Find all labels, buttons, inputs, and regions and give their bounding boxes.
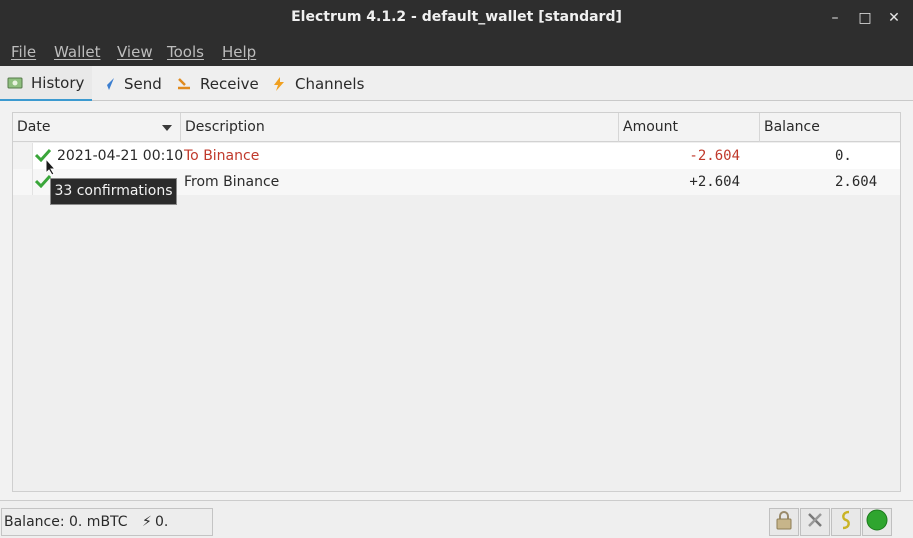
title-bar: Electrum 4.1.2 - default_wallet [standar…: [0, 0, 913, 36]
status-bar: Balance: 0. mBTC ⚡ 0. mBTC: [0, 500, 913, 538]
row-amount: -2.604: [689, 148, 740, 164]
network-status-icon: [866, 509, 888, 535]
menu-view[interactable]: View: [117, 43, 153, 61]
tools-icon: [806, 511, 824, 533]
mouse-cursor-icon: [45, 157, 57, 180]
tab-send-label: Send: [124, 74, 162, 93]
window-title: Electrum 4.1.2 - default_wallet [standar…: [291, 9, 622, 25]
minimize-button[interactable]: –: [825, 8, 845, 28]
balance-label: Balance: 0. mBTC: [4, 514, 128, 530]
network-button[interactable]: [862, 508, 892, 536]
seed-icon: [839, 510, 853, 534]
maximize-button[interactable]: □: [855, 8, 875, 28]
send-icon: [100, 76, 116, 92]
row-description: From Binance: [184, 174, 280, 190]
menu-tools[interactable]: Tools: [167, 43, 204, 61]
table-row[interactable]: 2021-04-21 00:10 To Binance -2.604 0.: [13, 143, 900, 169]
row-amount: +2.604: [689, 174, 740, 190]
close-button[interactable]: ✕: [884, 8, 904, 28]
row-description: To Binance: [184, 148, 260, 164]
history-icon: [7, 75, 23, 91]
row-balance: 0.: [835, 148, 852, 164]
column-header-description[interactable]: Description: [181, 113, 619, 142]
balance-display: Balance: 0. mBTC ⚡ 0. mBTC: [1, 508, 213, 536]
column-header-date[interactable]: Date: [13, 113, 181, 142]
tab-history[interactable]: History: [0, 66, 92, 101]
tab-channels[interactable]: Channels: [271, 66, 371, 101]
preferences-button[interactable]: [800, 508, 830, 536]
lightning-icon: [271, 76, 287, 92]
row-balance: 2.604: [835, 174, 878, 190]
row-handle: [13, 143, 33, 169]
tab-send[interactable]: Send: [100, 66, 170, 101]
tab-receive[interactable]: Receive: [176, 66, 266, 101]
seed-button[interactable]: [831, 508, 861, 536]
row-handle: [13, 169, 33, 195]
password-button[interactable]: [769, 508, 799, 536]
tab-history-label: History: [31, 73, 85, 92]
confirmations-tooltip: 33 confirmations: [50, 178, 177, 205]
column-header-date-label: Date: [17, 119, 51, 135]
lightning-balance-label: 0. mBTC: [155, 514, 169, 530]
history-panel: Date Description Amount Balance 2021-04-…: [0, 101, 913, 500]
column-header-amount[interactable]: Amount: [619, 113, 760, 142]
tab-receive-label: Receive: [200, 74, 259, 93]
lock-icon: [775, 510, 793, 534]
menu-help[interactable]: Help: [222, 43, 256, 61]
receive-icon: [176, 76, 192, 92]
tab-channels-label: Channels: [295, 74, 365, 93]
table-header: Date Description Amount Balance: [13, 113, 900, 142]
tab-bar: History Send Receive Channels: [0, 66, 913, 101]
row-date: 2021-04-21 00:10: [57, 148, 184, 164]
menu-file[interactable]: File: [11, 43, 36, 61]
history-table[interactable]: Date Description Amount Balance 2021-04-…: [12, 112, 901, 492]
sort-descending-icon: [162, 125, 172, 131]
lightning-small-icon: ⚡: [142, 514, 152, 530]
menu-wallet[interactable]: Wallet: [54, 43, 101, 61]
menu-bar: File Wallet View Tools Help: [0, 36, 913, 66]
column-header-balance[interactable]: Balance: [760, 113, 900, 142]
